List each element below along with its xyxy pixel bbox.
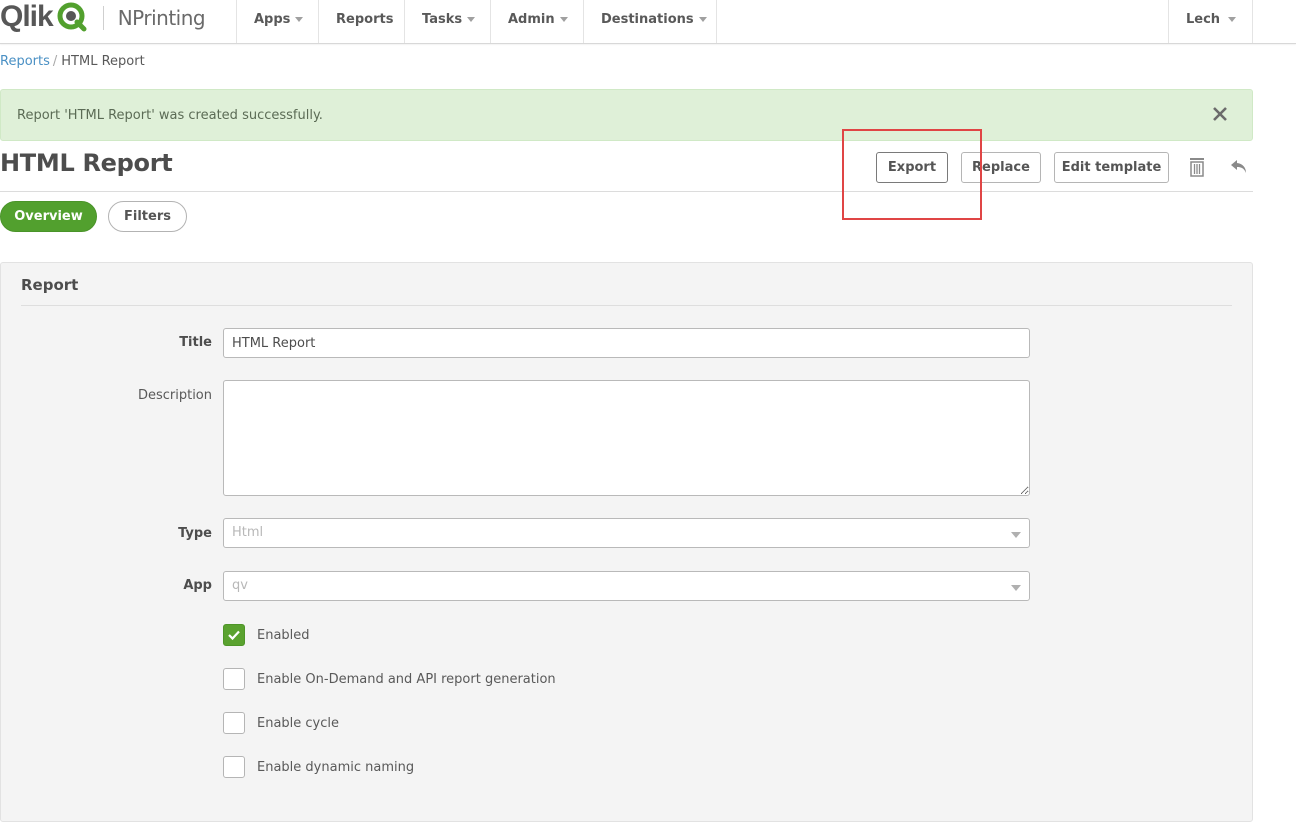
enabled-label: Enabled — [257, 627, 310, 643]
tab-filters[interactable]: Filters — [108, 201, 187, 232]
nav-apps[interactable]: Apps — [236, 0, 320, 43]
chevron-down-icon — [559, 16, 568, 22]
header-divider — [0, 191, 1253, 192]
cycle-checkbox-row[interactable]: Enable cycle — [223, 712, 339, 734]
trash-icon[interactable] — [1186, 155, 1208, 179]
alert-message: Report 'HTML Report' was created success… — [17, 107, 323, 123]
nav-destinations[interactable]: Destinations — [583, 0, 717, 43]
user-name: Lech — [1186, 11, 1221, 27]
enabled-checkbox-row[interactable]: Enabled — [223, 624, 310, 646]
on-demand-checkbox-row[interactable]: Enable On-Demand and API report generati… — [223, 668, 556, 690]
type-label: Type — [178, 526, 212, 541]
nav-destinations-label: Destinations — [601, 11, 694, 27]
chevron-down-icon — [1228, 16, 1237, 22]
dynamic-naming-label: Enable dynamic naming — [257, 759, 415, 775]
breadcrumb-separator: / — [52, 54, 58, 69]
on-demand-label: Enable On-Demand and API report generati… — [257, 671, 556, 687]
breadcrumb-reports-link[interactable]: Reports — [0, 54, 50, 69]
top-navbar: Qlik NPrinting Apps Reports Tasks Admin … — [0, 0, 1296, 44]
nav-reports[interactable]: Reports — [318, 0, 410, 43]
nav-tasks[interactable]: Tasks — [404, 0, 492, 43]
description-textarea[interactable] — [223, 380, 1030, 496]
dynamic-naming-checkbox-row[interactable]: Enable dynamic naming — [223, 756, 414, 778]
dynamic-naming-checkbox[interactable] — [223, 756, 245, 778]
chevron-down-icon — [1011, 532, 1021, 538]
chevron-down-icon — [698, 16, 707, 22]
app-select[interactable]: qv — [223, 571, 1030, 601]
nav-tasks-label: Tasks — [422, 11, 463, 27]
brand-divider — [102, 5, 104, 30]
report-panel: Report Title Description Type Html App q… — [0, 262, 1253, 822]
title-label: Title — [179, 335, 212, 350]
success-alert: Report 'HTML Report' was created success… — [0, 89, 1253, 141]
page-title: HTML Report — [0, 149, 173, 177]
app-label: App — [183, 578, 212, 593]
enabled-checkbox[interactable] — [223, 624, 245, 646]
brand-logo[interactable]: Qlik NPrinting — [0, 0, 206, 43]
edit-template-button[interactable]: Edit template — [1054, 152, 1169, 183]
breadcrumb: Reports / HTML Report — [0, 54, 145, 69]
title-input[interactable] — [223, 328, 1030, 358]
cycle-label: Enable cycle — [257, 715, 340, 731]
chevron-down-icon — [467, 16, 476, 22]
app-select-value: qv — [232, 578, 248, 593]
qlik-logo-text: Qlik — [0, 0, 54, 33]
replace-button[interactable]: Replace — [961, 152, 1041, 183]
description-label: Description — [137, 388, 212, 403]
chevron-down-icon — [1011, 585, 1021, 591]
type-select-value: Html — [232, 525, 264, 540]
chevron-down-icon — [295, 16, 304, 22]
nav-apps-label: Apps — [254, 11, 291, 27]
panel-divider — [21, 305, 1232, 306]
product-name: NPrinting — [117, 5, 206, 30]
on-demand-checkbox[interactable] — [223, 668, 245, 690]
type-select[interactable]: Html — [223, 518, 1030, 548]
close-icon[interactable] — [1210, 104, 1230, 124]
user-menu[interactable]: Lech — [1168, 0, 1253, 43]
nav-divider — [1252, 0, 1253, 43]
nav-reports-label: Reports — [336, 11, 394, 27]
nav-admin-label: Admin — [508, 11, 555, 27]
qlik-q-icon — [57, 2, 87, 32]
cycle-checkbox[interactable] — [223, 712, 245, 734]
nav-admin[interactable]: Admin — [490, 0, 585, 43]
breadcrumb-current: HTML Report — [61, 54, 145, 69]
back-arrow-icon[interactable] — [1228, 155, 1250, 179]
checkmark-icon — [228, 630, 240, 641]
panel-title: Report — [21, 276, 79, 294]
export-button[interactable]: Export — [876, 152, 948, 183]
tab-overview[interactable]: Overview — [0, 201, 97, 232]
